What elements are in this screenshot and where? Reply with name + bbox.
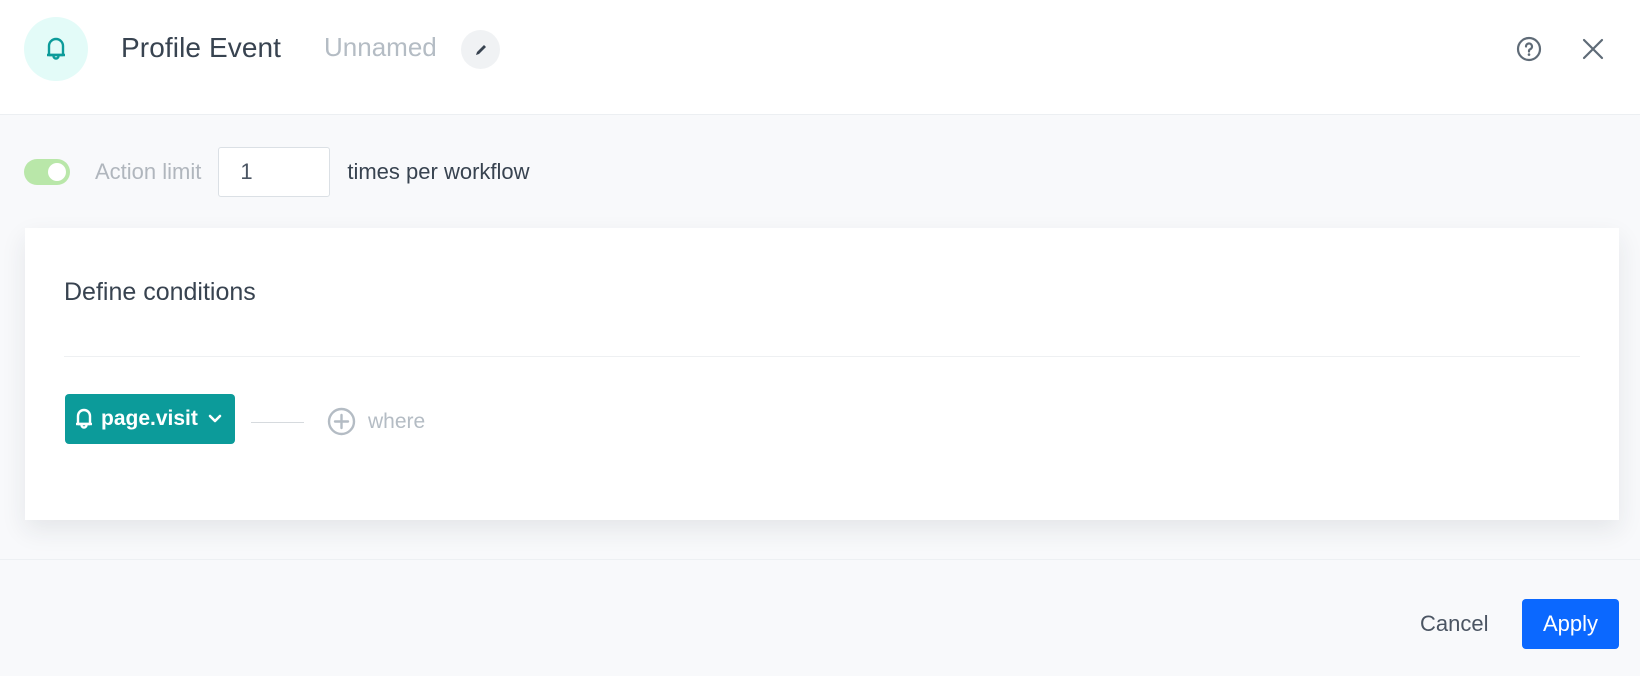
modal-header: Profile Event Unnamed [0, 0, 1640, 115]
page-title: Profile Event [121, 32, 282, 63]
node-name[interactable]: Unnamed [324, 32, 437, 63]
help-button[interactable] [1514, 34, 1544, 64]
footer-divider [0, 559, 1640, 560]
connector-line [251, 422, 304, 423]
pencil-icon [475, 44, 486, 55]
edit-name-button[interactable] [461, 30, 500, 69]
plus-circle-icon [327, 407, 356, 436]
conditions-title: Define conditions [64, 278, 256, 306]
help-circle-icon [1516, 36, 1542, 62]
action-limit-input[interactable] [218, 147, 331, 197]
action-limit-label: Action limit [95, 159, 202, 184]
close-button[interactable] [1578, 34, 1608, 64]
action-limit-suffix: times per workflow [347, 159, 530, 184]
bell-icon [47, 37, 65, 60]
chevron-down-icon [208, 414, 222, 424]
toggle-knob [48, 163, 66, 181]
cancel-button[interactable]: Cancel [1404, 599, 1504, 649]
action-limit-row: Action limit times per workflow [24, 146, 530, 198]
add-where-label: where [368, 409, 426, 433]
apply-button[interactable]: Apply [1522, 599, 1619, 649]
add-where-button[interactable]: where [327, 407, 425, 436]
event-name: page.visit [101, 407, 198, 430]
bell-icon [76, 408, 92, 429]
event-select-button[interactable]: page.visit [65, 394, 235, 444]
divider [64, 356, 1580, 357]
action-limit-toggle[interactable] [24, 159, 70, 185]
close-icon [1582, 38, 1604, 60]
conditions-card: Define conditions page.visit where [25, 228, 1619, 520]
event-type-badge [24, 17, 88, 81]
